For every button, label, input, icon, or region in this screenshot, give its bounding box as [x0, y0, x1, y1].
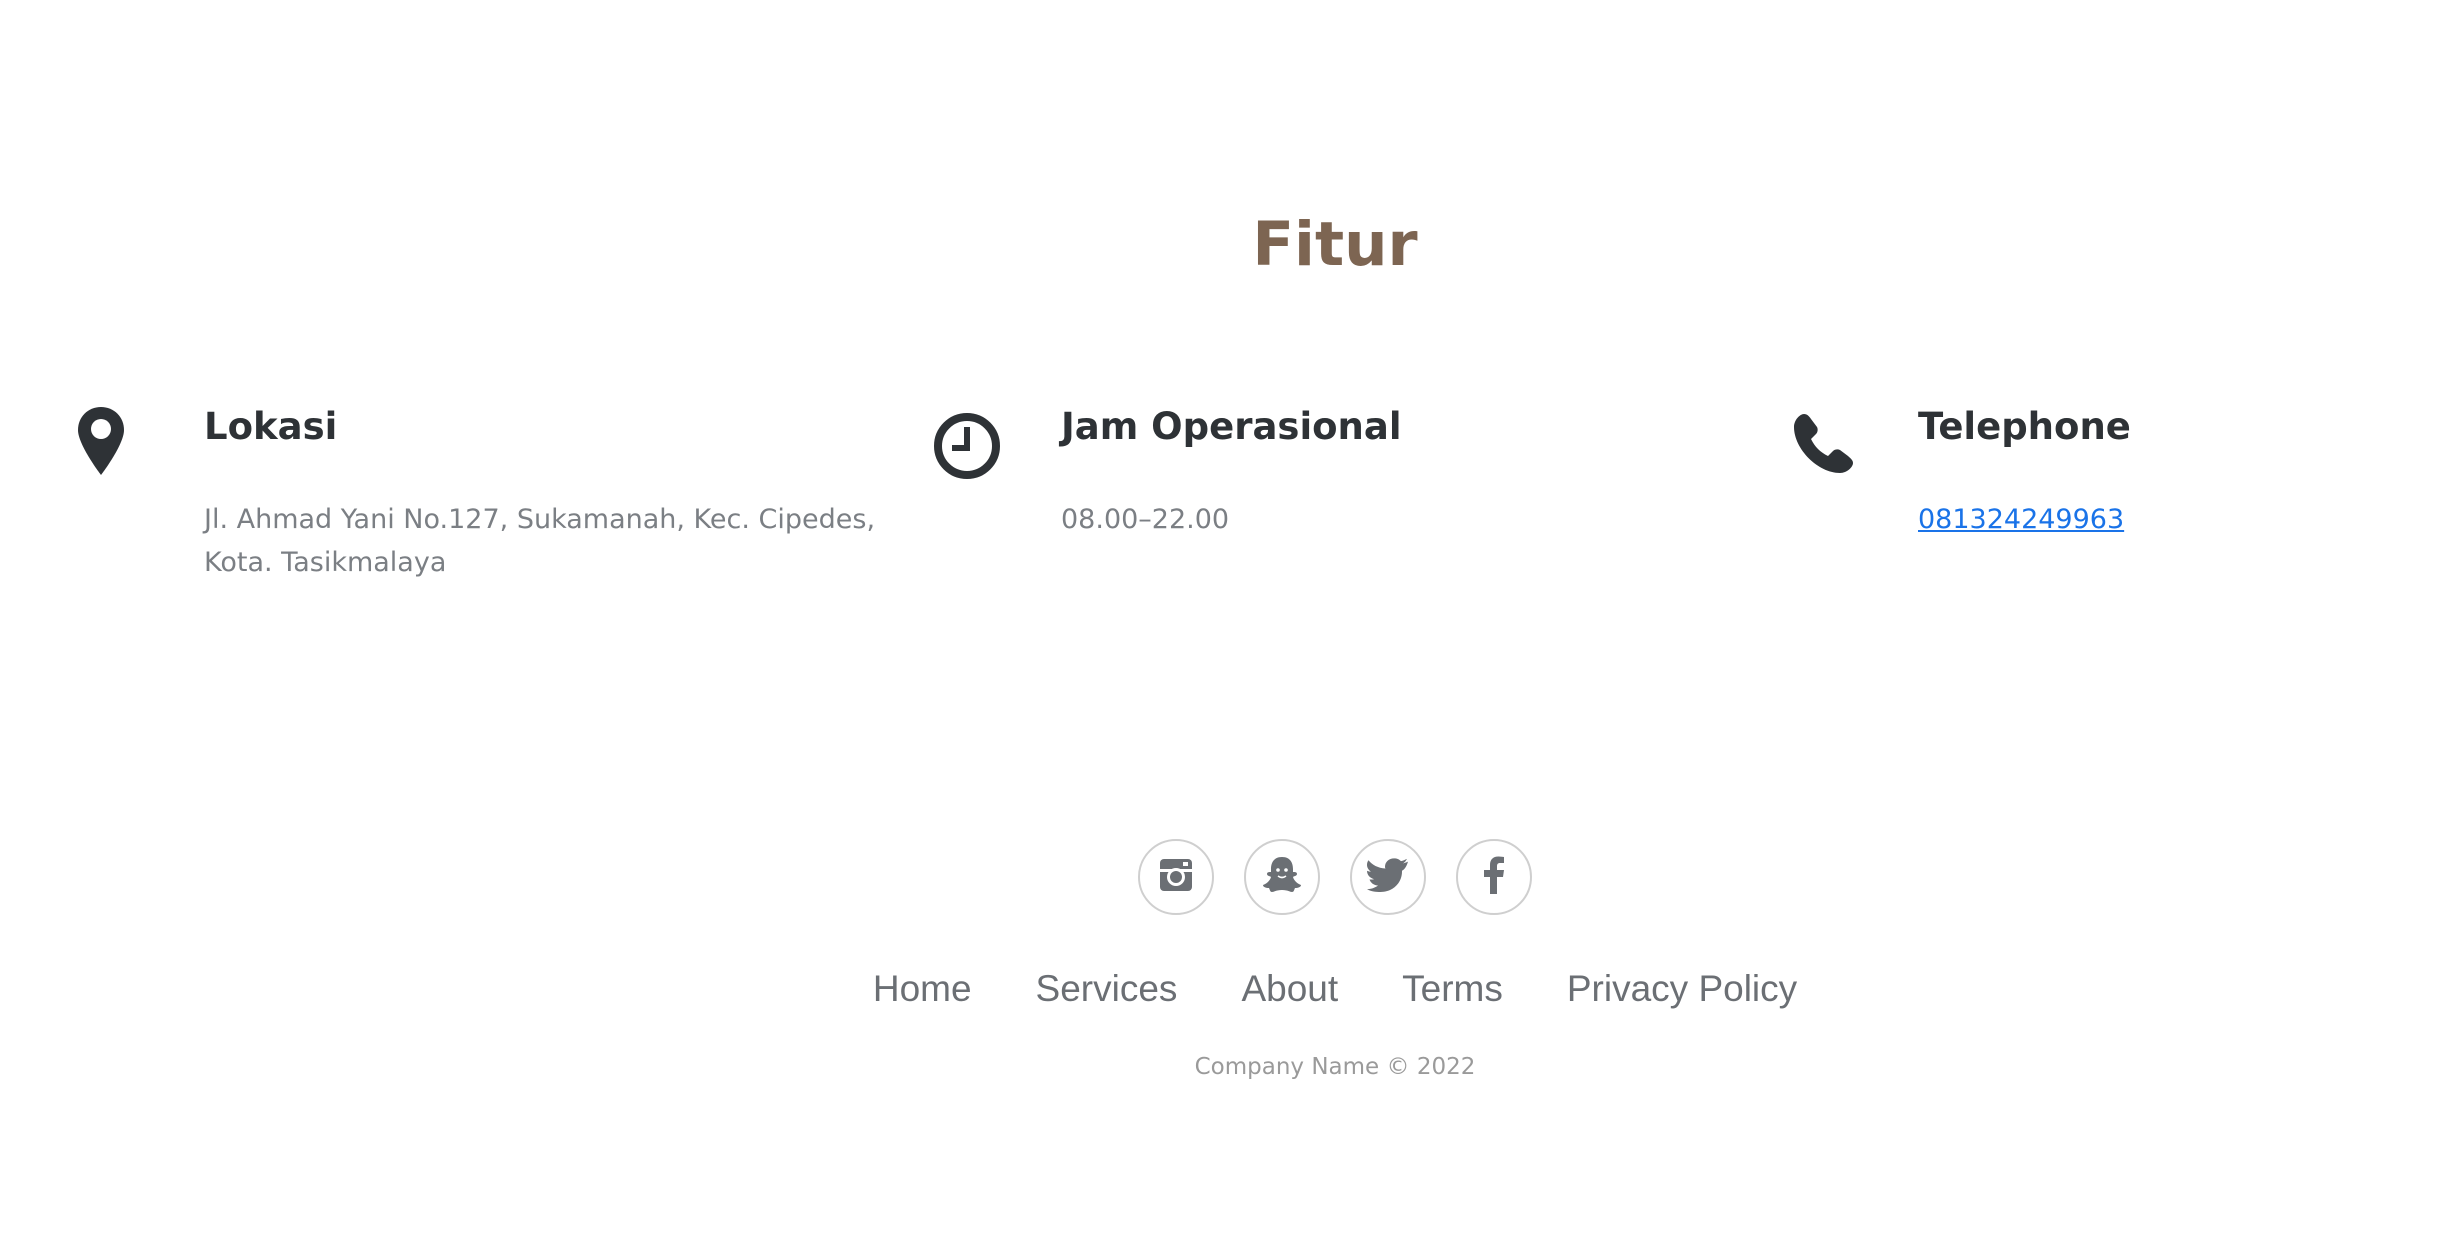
copyright: Company Name © 2022 — [1194, 1054, 1476, 1080]
social-links — [0, 839, 2459, 915]
clock-icon — [933, 405, 1013, 485]
footer-link-privacy-policy[interactable]: Privacy Policy — [1567, 968, 1797, 1010]
facebook-icon — [1483, 856, 1505, 898]
footer-link-services[interactable]: Services — [1036, 968, 1178, 1010]
footer-nav: Home Services About Terms Privacy Policy — [0, 968, 2459, 1010]
footer-link-home[interactable]: Home — [873, 968, 972, 1010]
feature-text: 081324249963 — [1918, 498, 2459, 541]
facebook-link[interactable] — [1456, 839, 1532, 915]
page: Fitur Lokasi Jl. Ahmad Yani No.127, Suka… — [0, 0, 2459, 1250]
instagram-icon — [1157, 856, 1195, 898]
footer-link-terms[interactable]: Terms — [1402, 968, 1503, 1010]
instagram-link[interactable] — [1138, 839, 1214, 915]
feature-heading: Lokasi — [204, 405, 338, 448]
snapchat-icon — [1261, 854, 1303, 900]
feature-heading: Jam Operasional — [1061, 405, 1402, 448]
feature-text: 08.00–22.00 — [1061, 504, 1230, 535]
twitter-link[interactable] — [1350, 839, 1426, 915]
phone-icon — [1790, 405, 1870, 485]
feature-heading: Telephone — [1918, 405, 2131, 448]
section-title: Fitur — [1252, 209, 1418, 280]
phone-link[interactable]: 081324249963 — [1918, 504, 2124, 535]
map-marker-icon — [76, 405, 156, 485]
snapchat-link[interactable] — [1244, 839, 1320, 915]
footer-link-about[interactable]: About — [1241, 968, 1338, 1010]
feature-text: Jl. Ahmad Yani No.127, Sukamanah, Kec. C… — [204, 504, 876, 578]
twitter-icon — [1367, 857, 1409, 897]
